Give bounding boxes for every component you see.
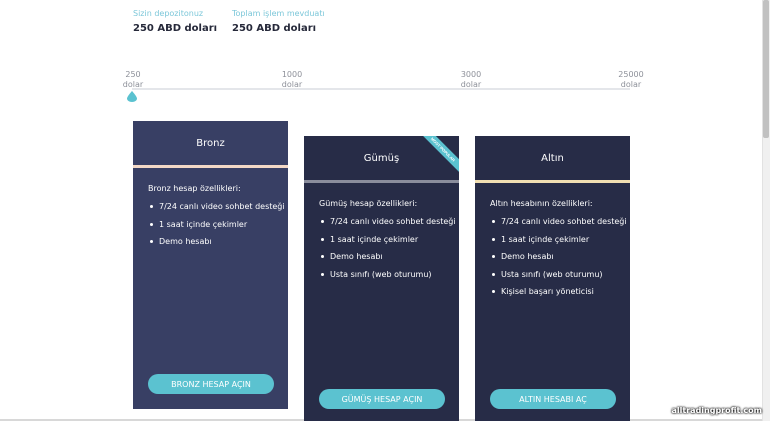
deposit-label: Sizin depozitonuz — [133, 9, 204, 18]
list-item: 1 saat içinde çekimler — [490, 235, 615, 244]
feature-text: Usta sınıfı (web oturumu) — [330, 269, 432, 279]
total-label: Toplam işlem mevduatı — [232, 9, 325, 18]
open-gumus-account-button[interactable]: Gümüş hesap açın — [319, 389, 445, 409]
feature-text: 1 saat içinde çekimler — [501, 234, 590, 244]
feature-text: 1 saat içinde çekimler — [159, 219, 248, 229]
ribbon-label: MOST POPULAR — [419, 136, 459, 174]
feature-text: Demo hesabı — [501, 252, 554, 261]
feature-text: Demo hesabı — [330, 252, 383, 261]
list-item: 7/24 canlı video sohbet desteği — [148, 202, 285, 211]
total-summary: Toplam işlem mevduatı 250 ABD doları — [232, 9, 325, 34]
feature-text: Kişisel başarı yöneticisi — [501, 287, 594, 296]
list-item: 1 saat içinde çekimler — [319, 235, 444, 244]
list-item: Usta sınıfı (web oturumu) — [319, 270, 444, 279]
bullet-icon — [492, 220, 495, 223]
features-list: 7/24 canlı video sohbet desteği 1 saat i… — [148, 202, 285, 246]
plan-card-bronz: Bronz Bronz hesap özellikleri: 7/24 canl… — [133, 121, 288, 409]
bullet-icon — [492, 290, 495, 293]
watermark: alltradingprofit.com — [671, 406, 762, 415]
features-title: Bronz hesap özellikleri: — [148, 184, 241, 193]
list-item: 7/24 canlı video sohbet desteği — [490, 217, 627, 226]
feature-text: 7/24 canlı video sohbet desteği — [330, 217, 456, 226]
tick-amount: 250 — [125, 70, 141, 79]
bullet-icon — [150, 222, 153, 226]
plan-card-altin: Altın Altın hesabının özellikleri: 7/24 … — [475, 136, 630, 421]
features-list: 7/24 canlı video sohbet desteği 1 saat i… — [490, 217, 627, 296]
list-item: Demo hesabı — [490, 252, 615, 261]
list-item: Usta sınıfı (web oturumu) — [490, 270, 615, 279]
tick-amount: 25000 — [618, 70, 644, 79]
tick-amount: 1000 — [281, 70, 303, 79]
features-list: 7/24 canlı video sohbet desteği 1 saat i… — [319, 217, 456, 279]
bullet-icon — [321, 272, 324, 276]
deposit-summary: Sizin depozitonuz 250 ABD doları — [133, 9, 217, 34]
bullet-icon — [492, 255, 495, 258]
feature-text: 7/24 canlı video sohbet desteği — [501, 217, 627, 226]
slider-tick-3000[interactable]: 3000 dolar — [458, 70, 484, 90]
slider-drop-knob-icon[interactable] — [127, 91, 137, 102]
list-item: Demo hesabı — [319, 252, 444, 261]
list-item: Kişisel başarı yöneticisi — [490, 287, 615, 296]
open-bronz-account-button[interactable]: Bronz hesap açın — [148, 374, 274, 394]
deposit-slider-track[interactable] — [132, 88, 630, 90]
scrollbar-thumb[interactable] — [763, 0, 769, 138]
plan-name: Bronz — [196, 137, 225, 149]
bullet-icon — [492, 272, 495, 276]
list-item: 1 saat içinde çekimler — [148, 220, 273, 229]
bullet-icon — [321, 220, 324, 223]
deposit-value: 250 ABD doları — [133, 23, 218, 34]
feature-text: 7/24 canlı video sohbet desteği — [159, 202, 285, 211]
slider-tick-25000[interactable]: 25000 dolar — [616, 70, 646, 90]
bullet-icon — [150, 205, 153, 208]
open-altin-account-button[interactable]: Altın hesabı aç — [490, 389, 616, 409]
list-item: 7/24 canlı video sohbet desteği — [319, 217, 456, 226]
features-title: Gümüş hesap özellikleri: — [319, 199, 418, 208]
bullet-icon — [321, 237, 324, 241]
most-popular-ribbon: MOST POPULAR — [419, 136, 459, 176]
total-value: 250 ABD doları — [232, 23, 317, 34]
plan-name: Altın — [541, 152, 564, 164]
list-item: Demo hesabı — [148, 237, 273, 246]
features-title: Altın hesabının özellikleri: — [490, 199, 593, 208]
bullet-icon — [150, 240, 153, 243]
bullet-icon — [321, 255, 324, 258]
tick-amount: 3000 — [460, 70, 482, 79]
slider-tick-1000[interactable]: 1000 dolar — [279, 70, 305, 90]
feature-text: 1 saat içinde çekimler — [330, 234, 419, 244]
feature-text: Usta sınıfı (web oturumu) — [501, 269, 603, 279]
slider-tick-250[interactable]: 250 dolar — [122, 70, 144, 90]
bullet-icon — [492, 237, 495, 241]
page-scrollbar[interactable] — [762, 0, 770, 421]
plan-card-gumus: MOST POPULAR Gümüş Gümüş hesap özellikle… — [304, 136, 459, 421]
feature-text: Demo hesabı — [159, 237, 212, 246]
